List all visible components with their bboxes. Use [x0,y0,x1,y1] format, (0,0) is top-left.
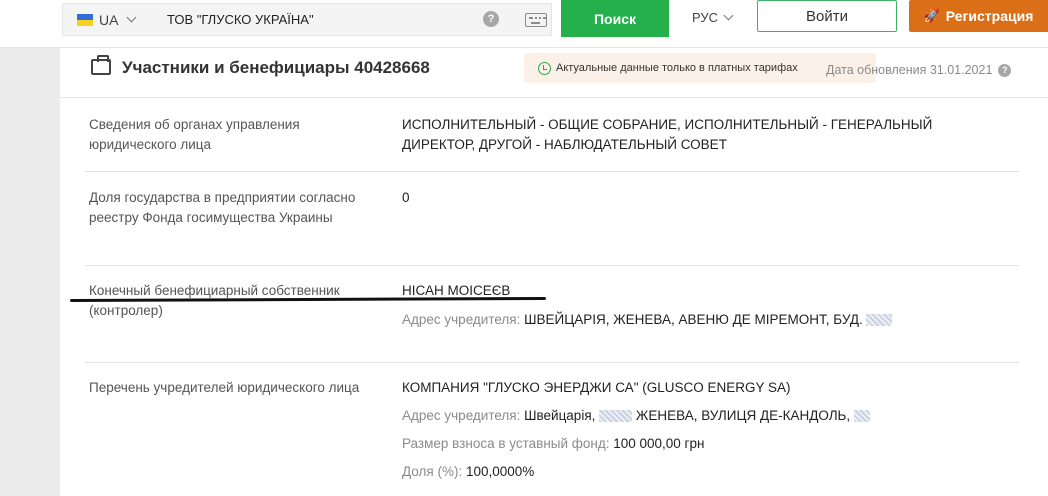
row-governance: Сведения об органах управления юридическ… [85,115,1019,172]
search-box[interactable]: UA ТОВ "ГЛУСКО УКРАЇНА" ? [62,3,552,36]
address-key: Адрес учредителя: [402,312,521,327]
chevron-down-icon [127,12,137,23]
contribution-key: Размер взноса в уставный фонд: [402,436,610,451]
redacted-text [599,410,633,423]
row-value: ИСПОЛНИТЕЛЬНЫЙ - ОБЩИЕ СОБРАНИЕ, ИСПОЛНИ… [402,117,933,152]
address-value: ШВЕЙЦАРІЯ, ЖЕНЕВА, АВЕНЮ ДЕ МІРЕМОНТ, БУ… [524,312,863,327]
beneficiary-address: Адрес учредителя: ШВЕЙЦАРІЯ, ЖЕНЕВА, АВЕ… [402,310,893,330]
register-button[interactable]: 🚀 Регистрация [909,0,1048,32]
register-label: Регистрация [945,8,1034,24]
row-label: Доля государства в предприятии согласно … [89,190,356,225]
row-label: Сведения об органах управления юридическ… [89,117,300,152]
region-selector[interactable]: UA [77,4,137,35]
beneficiaries-card: Участники и бенефициары 40428668 Актуаль… [60,48,1048,496]
update-date: Дата обновления 31.01.2021 ? [826,63,1012,77]
language-selector[interactable]: РУС [692,10,734,25]
language-label: РУС [692,10,719,25]
chevron-down-icon [723,10,734,21]
region-label: UA [99,11,119,28]
founder-contribution: Размер взноса в уставный фонд: 100 000,0… [402,434,704,454]
founder-name[interactable]: КОМПАНИЯ "ГЛУСКО ЭНЕРДЖИ СА" (GLUSCO ENE… [402,378,1002,398]
redacted-text [866,314,893,327]
login-button[interactable]: Войти [757,0,897,32]
update-date-text: Дата обновления 31.01.2021 [826,63,993,77]
search-input[interactable]: ТОВ "ГЛУСКО УКРАЇНА" [167,4,314,35]
clock-icon [538,61,551,75]
paid-data-notice[interactable]: Актуальные данные только в платных тариф… [524,53,876,83]
redacted-text [853,410,870,423]
row-founders: Перечень учредителей юридического лица К… [85,378,1019,496]
row-state-share: Доля государства в предприятии согласно … [85,188,1019,266]
row-label: Перечень учредителей юридического лица [89,380,360,395]
flag-ua-icon [77,13,93,26]
help-icon[interactable]: ? [998,63,1012,77]
briefcase-icon [91,55,111,75]
row-value: 0 [402,190,410,205]
address-part1: Швейцарія, [524,408,596,423]
founder-share: Доля (%): 100,0000% [402,462,534,482]
search-button[interactable]: Поиск [561,0,669,37]
card-header: Участники и бенефициары 40428668 Актуаль… [60,48,1048,98]
row-beneficiary: Конечный бенефициарный собственник (конт… [85,281,1019,363]
help-icon[interactable]: ? [483,11,499,27]
contribution-value: 100 000,00 грн [613,436,705,451]
keyboard-icon[interactable] [525,13,547,27]
rocket-icon: 🚀 [923,8,940,23]
address-key: Адрес учредителя: [402,408,521,423]
top-bar: UA ТОВ "ГЛУСКО УКРАЇНА" ? Поиск РУС Войт… [0,0,1048,48]
share-key: Доля (%): [402,464,463,479]
share-value: 100,0000% [465,464,535,479]
founder-address: Адрес учредителя: Швейцарія, ЖЕНЕВА, ВУЛ… [402,406,870,426]
address-part2: ЖЕНЕВА, ВУЛИЦЯ ДЕ-КАНДОЛЬ, [635,408,851,423]
notice-text: Актуальные данные только в платных тариф… [556,62,798,74]
card-title: Участники и бенефициары 40428668 [122,58,430,77]
